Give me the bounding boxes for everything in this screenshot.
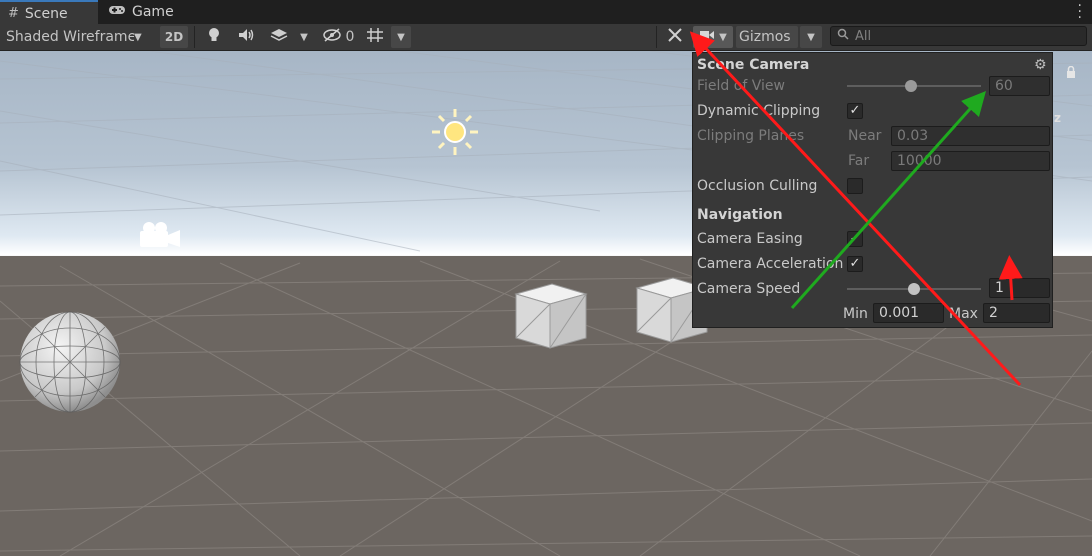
tools-toggle-button[interactable]: [661, 26, 689, 48]
gizmos-button[interactable]: Gizmos: [736, 26, 798, 48]
toolbar-divider: [194, 26, 195, 48]
speed-max-label: Max: [949, 306, 978, 322]
clipping-planes-label: Clipping Planes: [697, 128, 805, 144]
tools-icon: [667, 27, 683, 47]
scene-camera-gizmo-icon[interactable]: [137, 219, 183, 251]
occlusion-culling-label: Occlusion Culling: [697, 178, 818, 194]
gear-icon[interactable]: ⚙: [1034, 57, 1047, 73]
grid-toggle-button[interactable]: [362, 26, 388, 48]
audio-toggle-button[interactable]: [233, 26, 261, 48]
search-placeholder: All: [855, 28, 872, 44]
scene-visibility-toggle[interactable]: 0: [318, 26, 358, 48]
search-input[interactable]: All: [830, 26, 1087, 46]
checkmark-icon: ✓: [849, 256, 861, 271]
speed-min-input[interactable]: 0.001: [873, 303, 944, 323]
layers-effects-icon: [270, 28, 288, 46]
draw-mode-label: Shaded Wireframe: [6, 29, 134, 45]
cube-object[interactable]: [514, 282, 588, 350]
camera-acceleration-label: Camera Acceleration: [697, 256, 844, 272]
gizmos-label: Gizmos: [739, 29, 791, 45]
near-clip-input[interactable]: 0.03: [891, 126, 1050, 146]
camera-icon: [699, 29, 715, 45]
more-options-icon[interactable]: · · ·: [1078, 0, 1082, 25]
tab-game-label: Game: [132, 4, 174, 20]
eye-hidden-icon: [322, 28, 342, 46]
grid-icon: [366, 27, 384, 47]
near-label: Near: [848, 128, 882, 144]
scene-camera-dropdown[interactable]: ▼: [693, 26, 733, 48]
grid-dropdown[interactable]: ▼: [391, 26, 411, 48]
camera-speed-input[interactable]: 1: [989, 278, 1050, 298]
chevron-down-icon: ▼: [719, 31, 727, 43]
draw-mode-dropdown[interactable]: Shaded Wireframe ▼: [2, 26, 152, 48]
dynamic-clipping-checkbox[interactable]: ✓: [847, 103, 863, 119]
chevron-down-icon: ▼: [134, 31, 142, 43]
checkmark-icon: ✓: [849, 103, 861, 118]
chevron-down-icon: ▼: [300, 31, 308, 43]
chevron-down-icon: ▼: [807, 31, 815, 43]
occlusion-culling-checkbox[interactable]: [847, 178, 863, 194]
far-clip-input[interactable]: 10000: [891, 151, 1050, 171]
speaker-icon: [238, 28, 256, 46]
camera-speed-slider-thumb[interactable]: [908, 283, 920, 295]
tab-game[interactable]: Game: [100, 0, 190, 24]
chevron-down-icon: ▼: [397, 31, 405, 43]
navigation-header: Navigation: [697, 207, 783, 223]
axis-gizmo-z-label[interactable]: z: [1054, 111, 1061, 125]
field-of-view-label: Field of View: [697, 78, 785, 94]
lock-icon[interactable]: [1066, 65, 1076, 78]
tab-bar: # Scene Game · · ·: [0, 0, 1092, 25]
tab-scene-label: Scene: [24, 5, 68, 22]
camera-speed-label: Camera Speed: [697, 281, 801, 297]
speed-max-input[interactable]: 2: [983, 303, 1050, 323]
effects-dropdown[interactable]: ▼: [295, 26, 313, 48]
toolbar-divider: [656, 26, 657, 48]
effects-toggle-button[interactable]: [266, 26, 292, 48]
speed-min-label: Min: [843, 306, 868, 322]
hidden-objects-count: 0: [345, 29, 355, 45]
field-of-view-input[interactable]: 60: [989, 76, 1050, 96]
scene-camera-title: Scene Camera: [697, 57, 810, 73]
lighting-toggle-button[interactable]: [201, 26, 227, 48]
search-icon: [837, 28, 849, 44]
sun-light-icon[interactable]: [430, 107, 480, 157]
grid-icon: #: [8, 6, 19, 21]
gizmos-dropdown[interactable]: ▼: [800, 26, 822, 48]
tab-scene[interactable]: # Scene: [0, 0, 98, 25]
gamepad-icon: [108, 4, 126, 20]
checkmark-icon: ✓: [849, 231, 861, 246]
field-of-view-slider-thumb[interactable]: [905, 80, 918, 92]
scene-camera-panel: Scene Camera ⚙ Field of View 60 Dynamic …: [692, 52, 1053, 328]
far-label: Far: [848, 153, 870, 169]
2d-toggle-label: 2D: [164, 30, 184, 44]
camera-easing-label: Camera Easing: [697, 231, 803, 247]
camera-easing-checkbox[interactable]: ✓: [847, 231, 863, 247]
lightbulb-icon: [208, 27, 220, 47]
2d-toggle-button[interactable]: 2D: [160, 26, 188, 48]
dynamic-clipping-label: Dynamic Clipping: [697, 103, 821, 119]
sphere-object[interactable]: [18, 310, 122, 414]
camera-acceleration-checkbox[interactable]: ✓: [847, 256, 863, 272]
